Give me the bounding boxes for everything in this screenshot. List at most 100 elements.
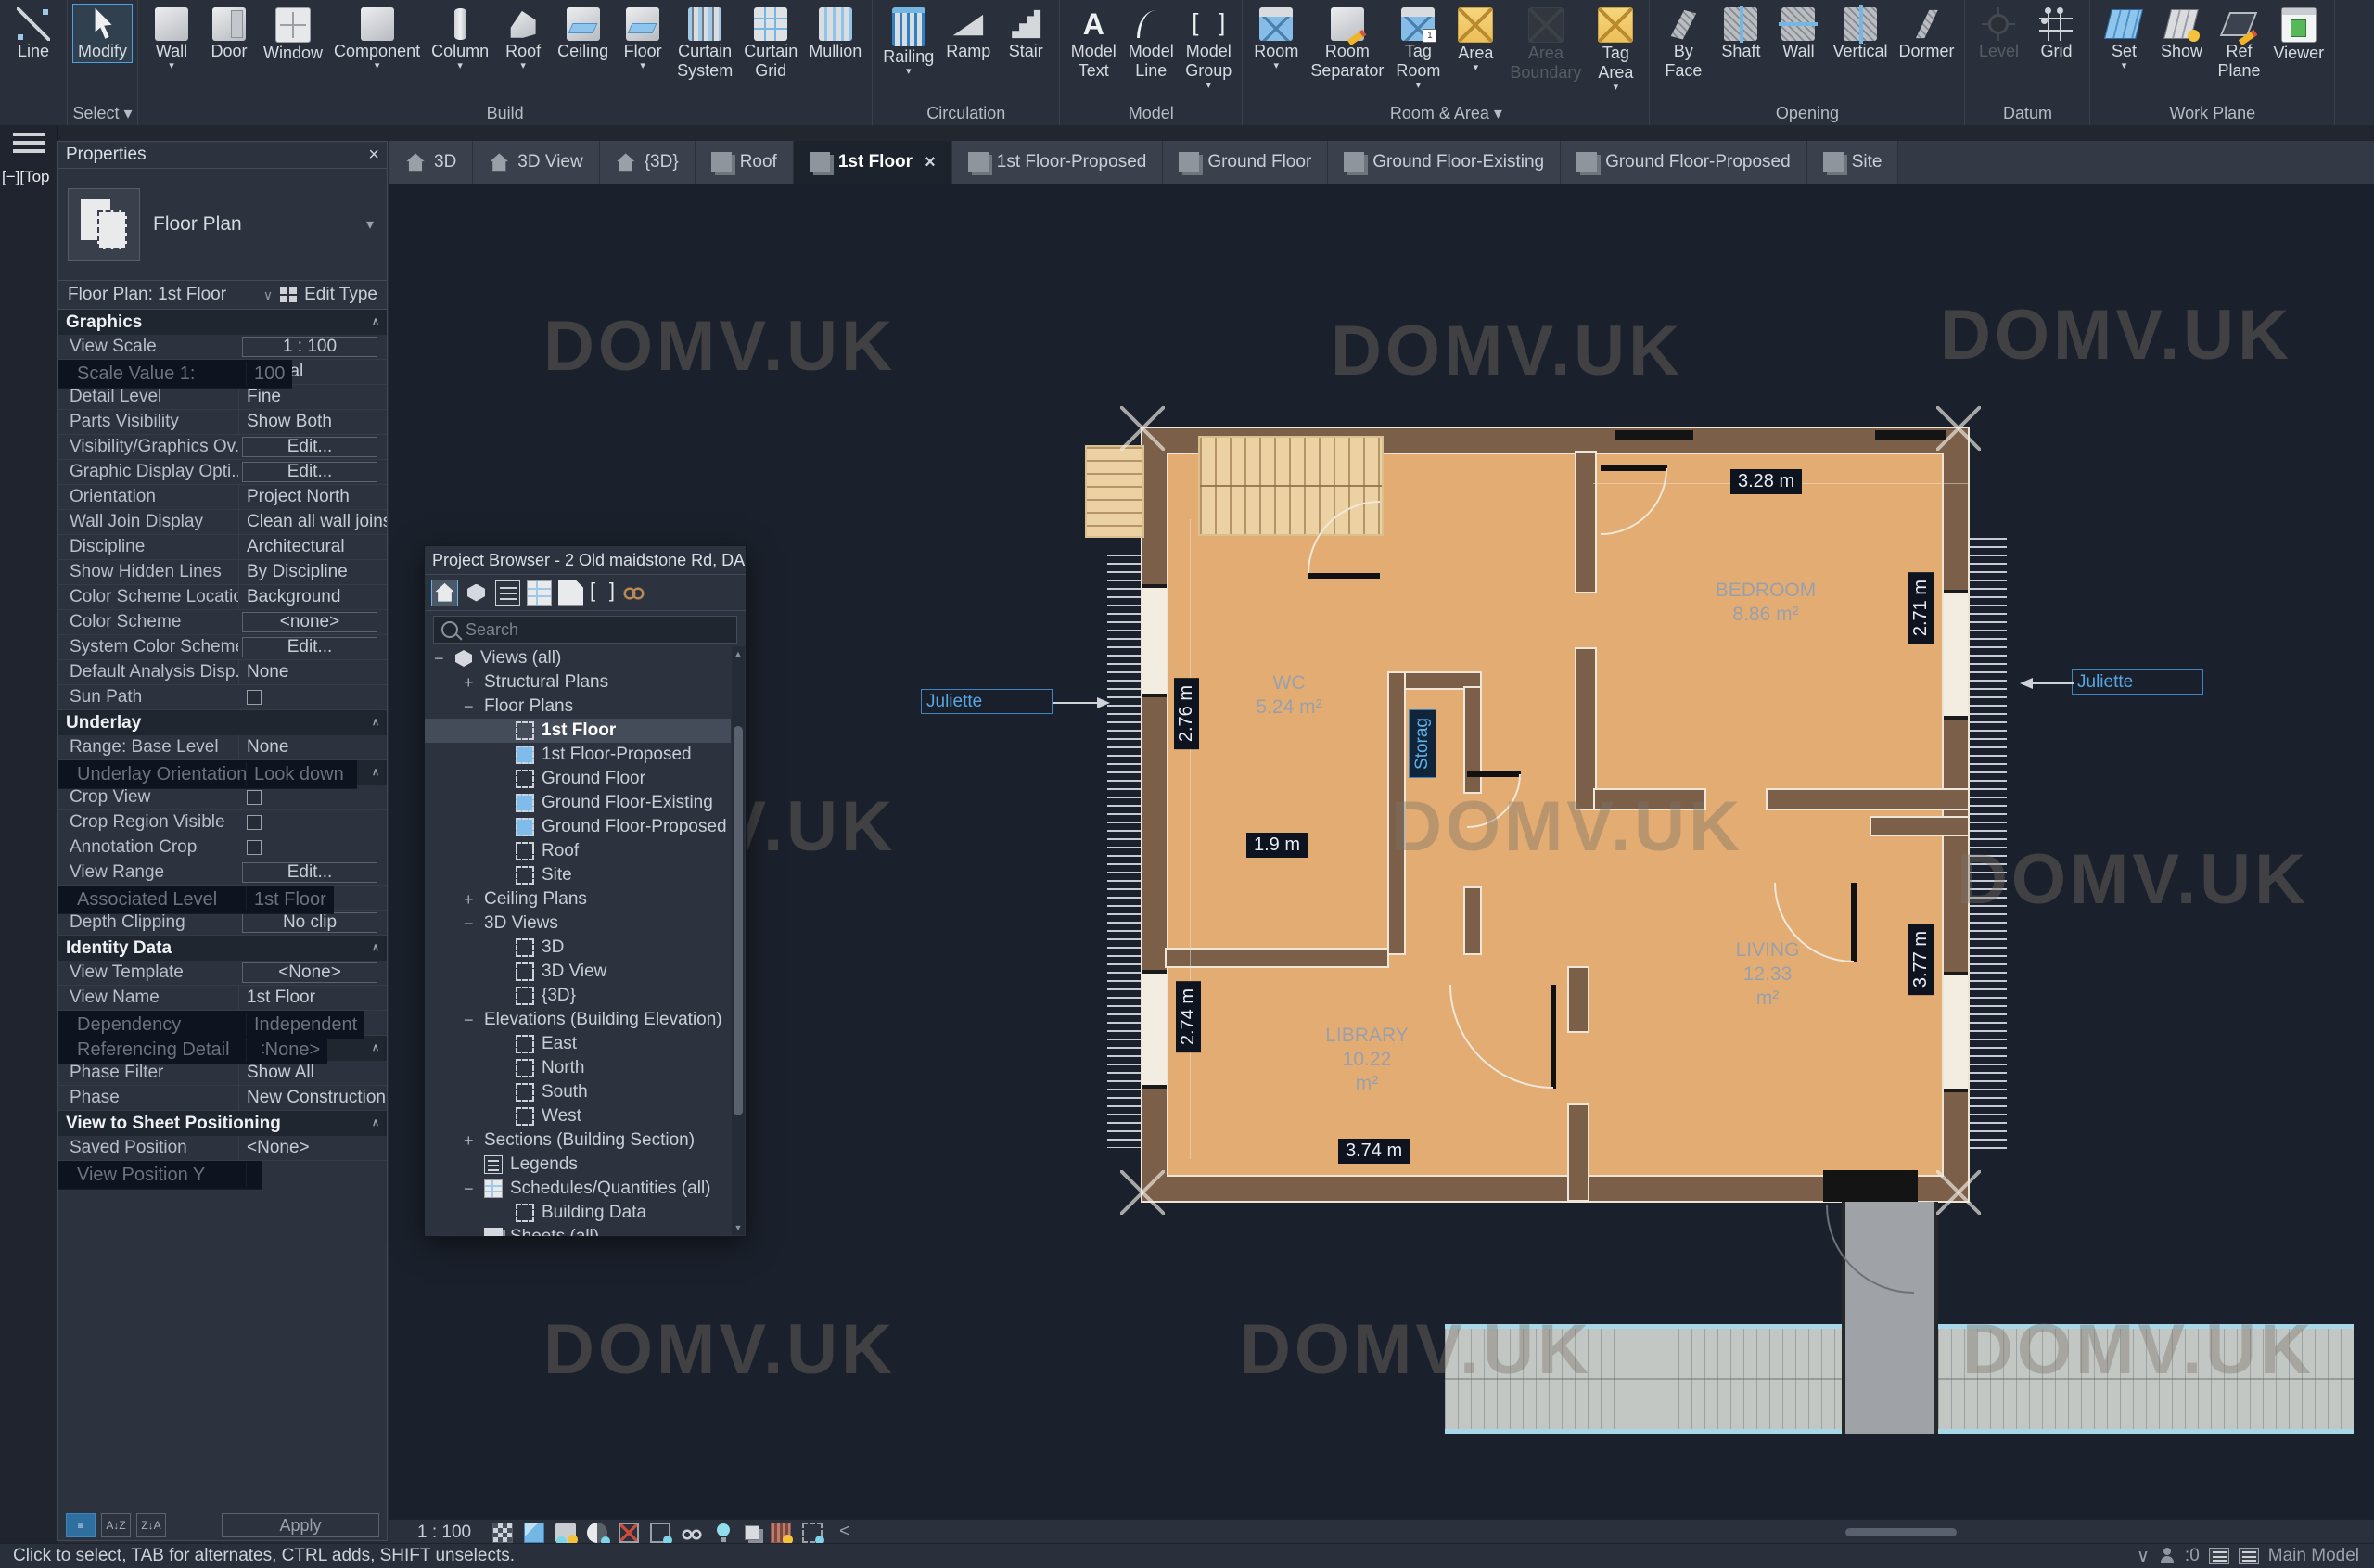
ribbon-button[interactable]: Curtain System (671, 4, 738, 83)
ribbon-button[interactable]: Wall (143, 4, 200, 72)
sort-az-icon[interactable]: A↓Z (101, 1513, 131, 1537)
dimension-label[interactable]: 2.76 m (1174, 678, 1199, 749)
scroll-down-icon[interactable]: ▼ (732, 1220, 745, 1235)
property-row[interactable]: View Range Edit... (58, 860, 387, 886)
ribbon-button[interactable]: Room Separator (1305, 4, 1389, 83)
property-row[interactable]: Wall Join Display Clean all wall joins (58, 510, 387, 535)
property-row[interactable]: System Color Schemes Edit... (58, 635, 387, 660)
property-row[interactable]: Saved Position <None> (58, 1136, 387, 1161)
tree-item[interactable]: {3D} (425, 984, 731, 1008)
chevron-icon[interactable]: ∨ (2137, 1546, 2150, 1567)
property-row[interactable]: Discipline Architectural (58, 535, 387, 560)
ribbon-button[interactable]: Show (2152, 4, 2210, 63)
view-control-icon[interactable] (834, 1523, 854, 1543)
dimension-label[interactable]: 2.71 m (1908, 572, 1934, 644)
ribbon-button[interactable]: Wall (1769, 4, 1827, 63)
door-leaf[interactable] (1308, 573, 1380, 579)
tree-item[interactable]: 3D (425, 936, 731, 960)
close-icon[interactable]: × (368, 145, 379, 166)
ribbon-button[interactable]: Tag Area (1587, 4, 1644, 94)
browser-toolbar-icon[interactable] (432, 580, 457, 606)
ribbon-button[interactable]: Tag Room (1389, 4, 1447, 92)
ribbon-button[interactable]: Ref Plane (2210, 4, 2267, 83)
property-row[interactable]: Visibility/Graphics Ov... Edit... (58, 435, 387, 460)
property-row[interactable]: Color Scheme Location Background (58, 585, 387, 610)
view-control-icon[interactable] (524, 1523, 544, 1543)
ribbon-button[interactable]: Door (200, 4, 258, 63)
section-header-graphics[interactable]: Graphics (58, 310, 387, 335)
ribbon-button[interactable]: Curtain Grid (738, 4, 803, 83)
property-row[interactable]: Crop View (58, 785, 387, 810)
view-control-icon[interactable] (650, 1523, 670, 1543)
worksets-list-icon[interactable] (2209, 1548, 2229, 1564)
property-row[interactable]: Referencing Detail (58, 1036, 262, 1064)
tree-item[interactable]: 1st Floor (425, 719, 731, 743)
ribbon-button[interactable]: Line (5, 4, 62, 63)
tree-item[interactable]: Site (425, 863, 731, 887)
type-selector[interactable]: Floor Plan ▾ (58, 169, 387, 281)
main-model-label[interactable]: Main Model (2268, 1546, 2359, 1566)
ribbon-button[interactable]: Viewer (2267, 4, 2329, 65)
ribbon-button[interactable]: Component (328, 4, 426, 72)
expand-collapse-icon[interactable]: − (464, 697, 484, 717)
tree-item[interactable]: West (425, 1104, 731, 1128)
property-row[interactable]: Parts Visibility Show Both (58, 410, 387, 435)
ribbon-button[interactable]: Room (1247, 4, 1305, 72)
tree-item[interactable]: + Sections (Building Section) (425, 1128, 731, 1153)
design-options-icon[interactable] (2239, 1548, 2259, 1564)
wall-segment[interactable] (1569, 968, 1588, 1031)
room-label[interactable]: LIVING 12.33 m² (1736, 938, 1800, 1011)
property-row[interactable]: Range: Base Level None (58, 735, 387, 760)
project-browser-titlebar[interactable]: Project Browser - 2 Old maidstone Rd, DA… (425, 546, 746, 575)
stair-run[interactable] (1085, 445, 1144, 538)
scrollbar-thumb[interactable] (734, 726, 743, 1115)
tree-item[interactable]: − Views (all) (425, 646, 731, 670)
property-row[interactable]: View Template <None> (58, 961, 387, 986)
tree-item[interactable]: North (425, 1056, 731, 1080)
sort-default-icon[interactable]: ≡ (66, 1513, 96, 1537)
view-tab[interactable]: Ground Floor-Proposed × (1561, 141, 1807, 184)
viewport-label[interactable]: [−][Top (2, 168, 50, 186)
ribbon-button[interactable]: By Face (1654, 4, 1712, 83)
tree-item[interactable]: − Elevations (Building Elevation) (425, 1008, 731, 1032)
view-control-icon[interactable] (587, 1523, 607, 1543)
ribbon-button[interactable]: Model Line (1122, 4, 1180, 83)
scroll-up-icon[interactable]: ▲ (732, 646, 745, 661)
scrollbar[interactable]: ▲ ▼ (732, 646, 745, 1235)
dimension-label[interactable]: 3.28 m (1730, 469, 1802, 494)
chevron-down-icon[interactable]: ▾ (366, 215, 377, 234)
tree-item[interactable]: East (425, 1032, 731, 1056)
view-tab[interactable]: 1st Floor-Proposed × (952, 141, 1164, 184)
dimension-label[interactable]: 3.74 m (1338, 1139, 1410, 1164)
window[interactable] (1944, 590, 1968, 720)
property-row[interactable]: Graphic Display Opti... Edit... (58, 460, 387, 485)
browser-toolbar-icon[interactable] (495, 580, 520, 606)
storage-tag[interactable]: Storag (1409, 709, 1436, 778)
ribbon-button[interactable]: Stair (997, 4, 1054, 63)
view-control-icon[interactable] (492, 1523, 513, 1543)
property-row[interactable]: Scale Value 1: 100 (58, 360, 292, 389)
tree-item[interactable]: − Floor Plans (425, 695, 731, 719)
wall-segment[interactable] (1465, 888, 1480, 953)
juliette-annotation[interactable]: Juliette (921, 689, 1053, 714)
view-tab[interactable]: Site × (1807, 141, 1899, 184)
expand-collapse-icon[interactable]: + (464, 673, 484, 693)
view-control-icon[interactable] (555, 1523, 576, 1543)
view-control-icon[interactable] (771, 1523, 791, 1543)
browser-toolbar-icon[interactable] (621, 580, 646, 606)
ribbon-button[interactable]: Ramp (939, 4, 997, 63)
ribbon-button[interactable]: Window (258, 4, 328, 65)
tree-item[interactable]: Roof (425, 839, 731, 863)
tree-item[interactable]: Ground Floor (425, 767, 731, 791)
property-row[interactable]: View Name 1st Floor (58, 986, 387, 1011)
property-row[interactable]: Detail Level Fine (58, 385, 387, 410)
window[interactable] (1142, 970, 1167, 1089)
view-tab[interactable]: 1st Floor × (794, 141, 952, 184)
wall-segment[interactable] (1576, 453, 1595, 592)
ribbon-button[interactable]: Railing (877, 4, 939, 78)
view-scale-button[interactable]: 1 : 100 (417, 1523, 471, 1543)
section-header-identity-data[interactable]: Identity Data (58, 936, 387, 961)
view-control-icon[interactable] (745, 1525, 759, 1540)
ribbon-button[interactable]: Area (1447, 4, 1504, 74)
ribbon-button[interactable]: Area Boundary (1504, 4, 1587, 84)
